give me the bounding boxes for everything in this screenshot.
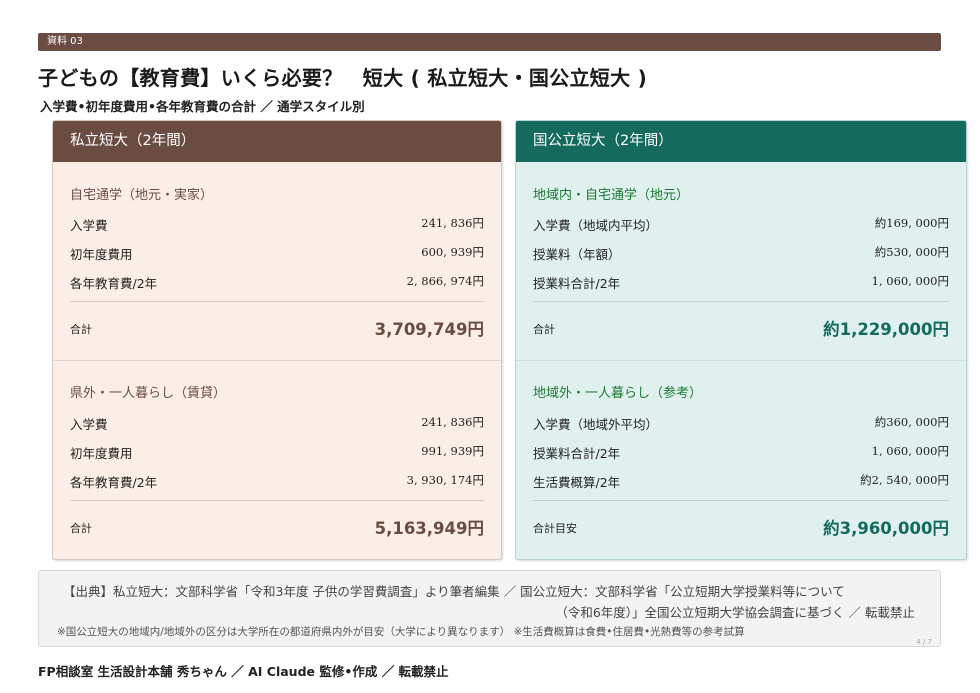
cost-row: 各年教育費/2年 3, 930, 174円 [70,472,484,492]
total-value: 約3,960,000円 [823,519,949,538]
public-home-section: 地域内・自宅通学（地元） 入学費（地域内平均） 約169, 000円 授業料（年… [516,162,966,361]
total-rule [70,301,484,302]
total-row: 合計 約1,229,000円 [533,316,949,340]
cost-value: 約530, 000円 [874,245,949,259]
public-card-heading: 国公立短大（2年間） [516,121,966,162]
section-title: 地域内・自宅通学（地元） [533,188,690,203]
cost-row: 入学費 241, 836円 [70,414,484,434]
cost-label: 各年教育費/2年 [70,276,158,291]
cost-value: 1, 060, 000円 [871,274,949,288]
section-tag-bar: 資料 03 [38,33,941,51]
cost-label: 入学費（地域内平均） [533,218,659,233]
total-rule [533,301,949,302]
private-away-section: 県外・一人暮らし（賃貸） 入学費 241, 836円 初年度費用 991, 93… [53,361,501,559]
cost-value: 1, 060, 000円 [871,444,949,458]
cost-row: 初年度費用 991, 939円 [70,443,484,463]
cost-value: 約2, 540, 000円 [860,473,949,487]
public-away-section: 地域外・一人暮らし（参考） 入学費（地域外平均） 約360, 000円 授業料合… [516,361,966,559]
cost-row: 各年教育費/2年 2, 866, 974円 [70,273,484,293]
cost-label: 生活費概算/2年 [533,475,621,490]
page-title: 子どもの【教育費】いくら必要？ 短大 ( 私立短大・国公立短大 ) [38,66,648,90]
cost-value: 600, 939円 [421,245,484,259]
cost-row: 入学費（地域外平均） 約360, 000円 [533,414,949,434]
cost-row: 入学費 241, 836円 [70,215,484,235]
total-row: 合計 3,709,749円 [70,316,484,340]
section-tag: 資料 03 [47,36,83,47]
cost-row: 授業料合計/2年 1, 060, 000円 [533,443,949,463]
cost-value: 約169, 000円 [874,216,949,230]
total-value: 約1,229,000円 [823,320,949,339]
page-subtitle: 入学費•初年度費用•各年教育費の合計 ／ 通学スタイル別 [40,99,365,114]
source-note: ※国公立短大の地域内/地域外の区分は大学所在の都道府県内外が目安（大学により異な… [57,626,745,638]
cost-label: 入学費 [70,417,108,432]
cost-label: 入学費 [70,218,108,233]
section-title: 自宅通学（地元・実家） [70,188,214,203]
cost-value: 2, 866, 974円 [406,274,484,288]
source-line-1: 【出典】私立短大：文部科学省「令和3年度 子供の学習費調査」より筆者編集 ／ 国… [63,584,845,599]
cost-label: 授業料（年額） [533,247,621,262]
total-rule [533,500,949,501]
total-row: 合計目安 約3,960,000円 [533,515,949,539]
cost-value: 3, 930, 174円 [406,473,484,487]
page-number: 4 / 7 [916,638,932,646]
cost-value: 約360, 000円 [874,415,949,429]
section-title: 県外・一人暮らし（賃貸） [70,386,227,401]
private-college-card: 私立短大（2年間） 自宅通学（地元・実家） 入学費 241, 836円 初年度費… [52,120,502,560]
cost-label: 初年度費用 [70,446,133,461]
cost-row: 授業料（年額） 約530, 000円 [533,244,949,264]
total-label: 合計目安 [533,522,577,535]
total-label: 合計 [70,522,92,535]
total-label: 合計 [533,323,555,336]
private-card-heading: 私立短大（2年間） [53,121,501,162]
cost-label: 授業料合計/2年 [533,276,621,291]
cost-row: 生活費概算/2年 約2, 540, 000円 [533,472,949,492]
cost-row: 初年度費用 600, 939円 [70,244,484,264]
cost-label: 初年度費用 [70,247,133,262]
cost-value: 991, 939円 [421,444,484,458]
total-value: 5,163,949円 [374,519,484,538]
source-line-2: （令和6年度）」全国公立短期大学協会調査に基づく ／ 転載禁止 [555,605,915,620]
cost-row: 授業料合計/2年 1, 060, 000円 [533,273,949,293]
total-row: 合計 5,163,949円 [70,515,484,539]
private-home-section: 自宅通学（地元・実家） 入学費 241, 836円 初年度費用 600, 939… [53,162,501,361]
public-college-card: 国公立短大（2年間） 地域内・自宅通学（地元） 入学費（地域内平均） 約169,… [515,120,967,560]
total-rule [70,500,484,501]
total-label: 合計 [70,323,92,336]
cost-label: 授業料合計/2年 [533,446,621,461]
footer-credit: FP相談室 生活設計本舗 秀ちゃん ／ AI Claude 監修•作成 ／ 転載… [38,664,449,679]
cost-value: 241, 836円 [421,216,484,230]
cost-label: 各年教育費/2年 [70,475,158,490]
cost-label: 入学費（地域外平均） [533,417,659,432]
source-box: 【出典】私立短大：文部科学省「令和3年度 子供の学習費調査」より筆者編集 ／ 国… [38,570,941,647]
cost-value: 241, 836円 [421,415,484,429]
total-value: 3,709,749円 [374,320,484,339]
section-title: 地域外・一人暮らし（参考） [533,386,703,401]
cost-row: 入学費（地域内平均） 約169, 000円 [533,215,949,235]
